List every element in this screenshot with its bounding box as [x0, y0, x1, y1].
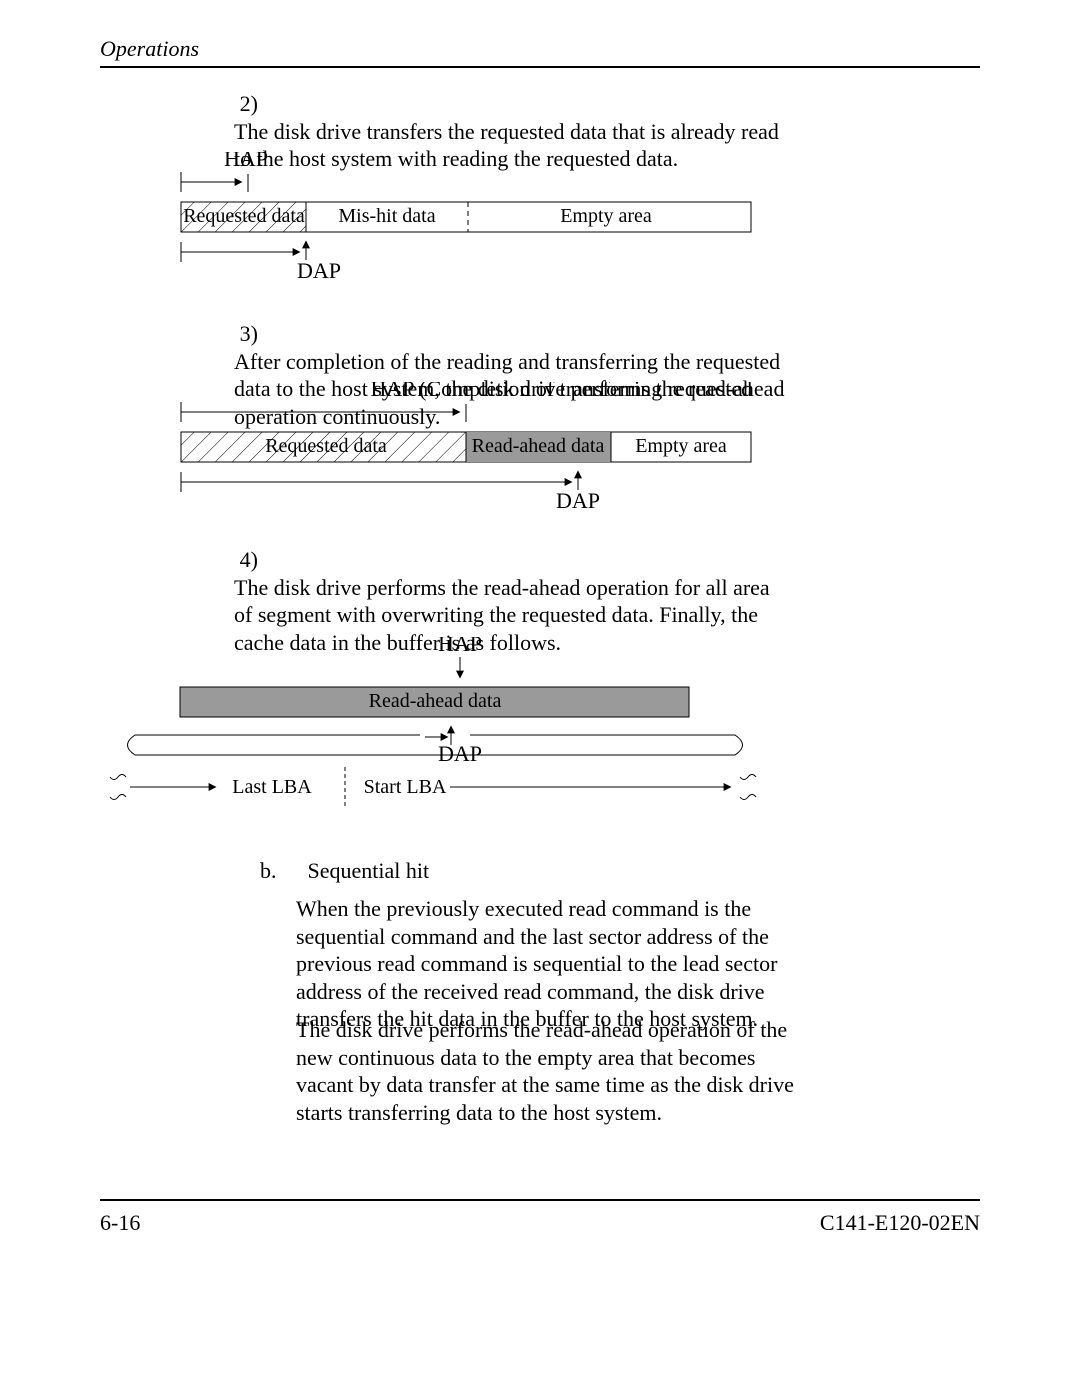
diag3-hap-label: HAP — [438, 637, 482, 656]
list-number: 2) — [222, 90, 258, 118]
list-number: b. — [260, 857, 290, 885]
diagram-3: HAP Read-ahead data DAP Last LBA Start L… — [105, 637, 765, 827]
diag1-dap-label: DAP — [297, 258, 341, 282]
page-header: Operations — [100, 36, 980, 68]
diag3-lastlba: Last LBA — [232, 776, 312, 798]
diagram-1: HAP Requested data Mis-hit data Empty ar… — [176, 152, 756, 282]
list-item-b: b. Sequential hit — [260, 857, 820, 885]
list-number: 4) — [222, 546, 258, 574]
diagram-2: HAP (Completion of transferring requeste… — [176, 382, 756, 512]
page-number: 6-16 — [100, 1210, 140, 1236]
diag3-readahead: Read-ahead data — [369, 690, 502, 712]
diag2-readahead: Read-ahead data — [472, 435, 605, 457]
diag2-requested: Requested data — [265, 435, 387, 457]
diag3-dap-label: DAP — [438, 741, 482, 766]
list-text: Sequential hit — [308, 857, 430, 885]
doc-id: C141-E120-02EN — [820, 1210, 980, 1236]
diag2-hap-label: HAP (Completion of transferring requeste… — [370, 382, 756, 401]
diag1-empty: Empty area — [560, 205, 652, 227]
paragraph-b2: The disk drive performs the read-ahead o… — [296, 1016, 796, 1126]
diag2-empty: Empty area — [635, 435, 727, 457]
diag1-mishit: Mis-hit data — [338, 205, 435, 227]
diag1-requested: Requested data — [183, 205, 305, 227]
diag2-dap-label: DAP — [556, 488, 600, 512]
diag1-hap-label: HAP — [224, 152, 268, 171]
diag3-startlba: Start LBA — [364, 776, 447, 798]
list-number: 3) — [222, 320, 258, 348]
footer-rule — [100, 1199, 980, 1201]
header-title: Operations — [100, 36, 199, 61]
paragraph-b1: When the previously executed read comman… — [296, 895, 796, 1033]
